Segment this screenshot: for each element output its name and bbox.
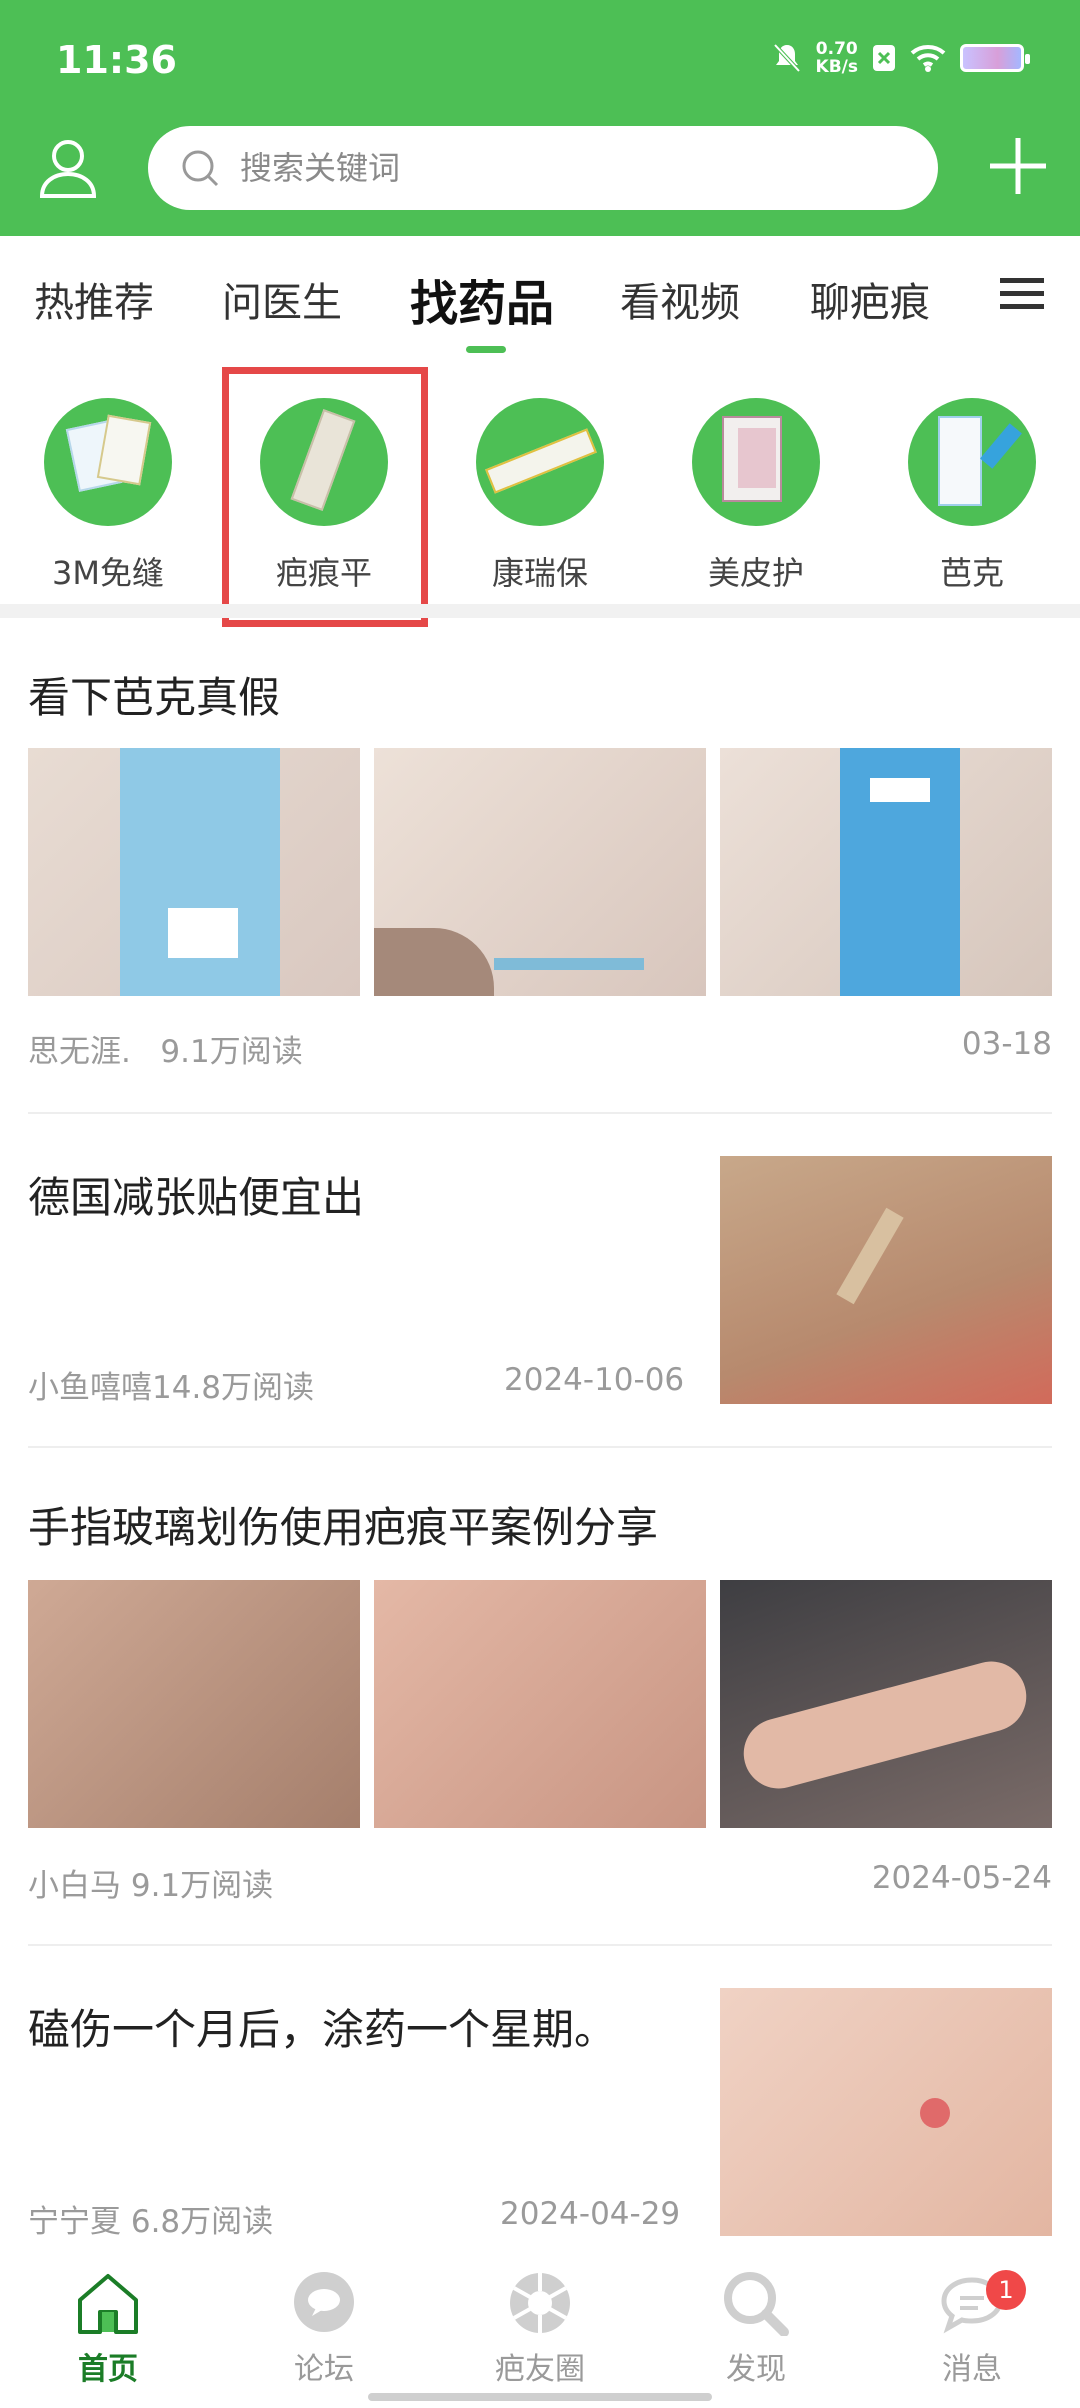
selected-category-highlight	[222, 367, 428, 627]
nav-forum[interactable]: 论坛	[244, 2270, 404, 2388]
post-title: 看下芭克真假	[28, 673, 281, 722]
status-time: 11:36	[56, 38, 177, 82]
category-kelo-cote[interactable]: 芭克	[872, 398, 1072, 594]
wifi-icon	[910, 45, 946, 72]
product-thumbnail	[44, 398, 172, 526]
add-plus-icon[interactable]	[986, 134, 1050, 198]
post-image[interactable]	[374, 748, 706, 996]
post-title: 德国减张贴便宜出	[28, 1173, 365, 1222]
user-profile-icon[interactable]	[36, 136, 100, 200]
post-date: 2024-04-29	[500, 2196, 681, 2232]
app-header: 11:36 0.70 KB/s	[0, 0, 1080, 236]
post-card[interactable]: 德国减张贴便宜出 小鱼嘻嘻14.8万阅读 2024-10-06	[0, 1114, 1080, 1448]
search-icon	[182, 150, 219, 187]
post-meta: 小鱼嘻嘻14.8万阅读	[28, 1370, 315, 1406]
search-bar[interactable]	[148, 126, 938, 210]
category-mepiform[interactable]: 美皮护	[656, 398, 856, 594]
unread-badge: 1	[986, 2270, 1026, 2310]
category-label: 美皮护	[707, 554, 804, 592]
post-image[interactable]	[720, 748, 1052, 996]
post-image[interactable]	[720, 1580, 1052, 1828]
status-icons: 0.70 KB/s	[772, 39, 1030, 77]
bottom-navigation: 首页 论坛 疤友圈 发现 消息 1	[0, 2260, 1080, 2408]
post-date: 03-18	[961, 1026, 1052, 1062]
tab-chat-scars[interactable]: 聊疤痕	[810, 270, 930, 328]
tab-recommended[interactable]: 热推荐	[34, 270, 154, 328]
nav-scar-circle[interactable]: 疤友圈	[460, 2270, 620, 2388]
post-card[interactable]: 磕伤一个月后，涂药一个星期。 宁宁夏 6.8万阅读 2024-04-29	[0, 1946, 1080, 2260]
post-image[interactable]	[374, 1580, 706, 1828]
post-date: 2024-10-06	[504, 1362, 685, 1398]
discover-search-icon	[724, 2272, 789, 2337]
nav-messages[interactable]: 消息 1	[892, 2270, 1052, 2388]
post-title: 手指玻璃划伤使用疤痕平案例分享	[28, 1503, 659, 1552]
post-image[interactable]	[28, 1580, 360, 1828]
post-image[interactable]	[28, 748, 360, 996]
home-indicator[interactable]	[368, 2393, 712, 2401]
post-card[interactable]: 看下芭克真假 思无涯. 9.1万阅读 03-18	[0, 618, 1080, 1114]
category-contractubex[interactable]: 康瑞保	[440, 398, 640, 594]
post-reads: 9.1万阅读	[160, 1034, 303, 1070]
post-meta: 宁宁夏 6.8万阅读	[28, 2204, 274, 2240]
sim-x-icon	[873, 45, 895, 71]
aperture-icon	[510, 2273, 570, 2333]
category-tabs: 热推荐 问医生 找药品 看视频 聊疤痕	[0, 236, 1080, 356]
forum-chat-icon	[294, 2272, 354, 2332]
post-image[interactable]	[720, 1988, 1052, 2236]
post-meta: 小白马 9.1万阅读	[28, 1868, 274, 1904]
tab-find-medicine[interactable]: 找药品	[410, 264, 554, 334]
post-meta: 思无涯. 9.1万阅读	[28, 1026, 303, 1071]
product-thumbnail	[476, 398, 604, 526]
active-tab-indicator	[466, 346, 506, 353]
category-label: 3M免缝	[52, 554, 164, 592]
nav-home[interactable]: 首页	[28, 2270, 188, 2388]
nav-discover[interactable]: 发现	[676, 2270, 836, 2388]
post-title: 磕伤一个月后，涂药一个星期。	[28, 2005, 617, 2054]
net-speed: 0.70 KB/s	[815, 39, 858, 77]
mute-bell-icon	[773, 43, 801, 73]
tab-ask-doctor[interactable]: 问医生	[222, 270, 342, 328]
tab-videos[interactable]: 看视频	[620, 270, 740, 328]
battery-icon	[960, 44, 1030, 72]
post-card[interactable]: 手指玻璃划伤使用疤痕平案例分享 小白马 9.1万阅读 2024-05-24	[0, 1448, 1080, 1946]
post-date: 2024-05-24	[871, 1860, 1052, 1896]
category-label: 康瑞保	[491, 554, 588, 592]
post-author: 思无涯.	[28, 1034, 131, 1070]
section-divider	[0, 604, 1080, 618]
product-thumbnail	[692, 398, 820, 526]
post-image[interactable]	[720, 1156, 1052, 1404]
medicine-categories: 3M免缝 疤痕平 康瑞保 美皮护 芭克	[0, 384, 1080, 604]
search-input[interactable]	[240, 149, 840, 187]
category-3m-steri-strip[interactable]: 3M免缝	[8, 398, 208, 594]
category-label: 芭克	[939, 554, 1004, 592]
menu-icon[interactable]	[1000, 276, 1044, 312]
product-thumbnail	[908, 398, 1036, 526]
home-icon	[78, 2274, 138, 2334]
